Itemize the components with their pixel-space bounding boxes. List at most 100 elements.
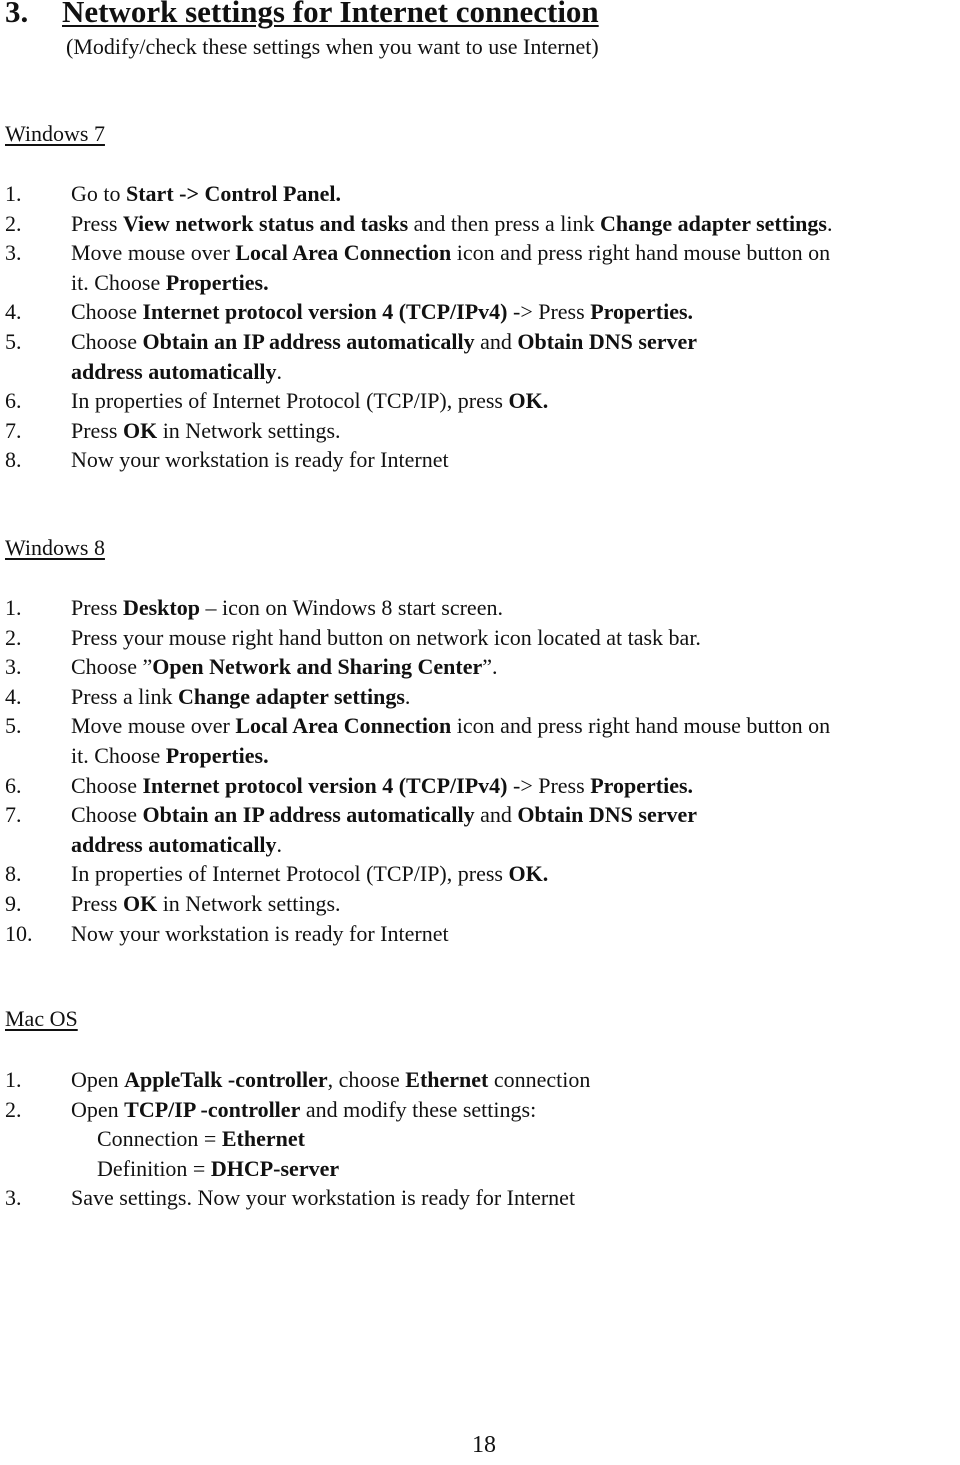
step-line: Press OK in Network settings.	[71, 416, 832, 446]
text: In properties of Internet Protocol (TCP/…	[71, 861, 509, 887]
text: Now your workstation is ready for Intern…	[71, 447, 449, 473]
text: icon and press right hand mouse button o…	[451, 713, 831, 739]
step-number: 6.	[5, 388, 22, 414]
step-line: it. Choose Properties.	[71, 741, 830, 771]
text: -> Press	[507, 299, 591, 325]
step-line: Choose Internet protocol version 4 (TCP/…	[71, 771, 830, 801]
bold-text: Internet protocol version 4 (TCP/IPv4)	[142, 299, 508, 325]
step-line: address automatically.	[71, 830, 830, 860]
text: Open	[71, 1096, 125, 1122]
section-title-mac-os: Mac OS	[5, 1006, 78, 1031]
steps-list-windows-8: 1. Press Desktop – icon on Windows 8 star…	[5, 593, 830, 948]
step-number: 1.	[5, 1067, 22, 1092]
step-line: Now your workstation is ready for Intern…	[71, 919, 830, 949]
step-number: 8.	[5, 447, 22, 473]
bold-text: OK.	[508, 861, 549, 887]
text: and	[474, 802, 518, 828]
step-number: 1.	[5, 181, 22, 206]
step-line: In properties of Internet Protocol (TCP/…	[71, 859, 830, 889]
bold-text: Change adapter settings	[600, 210, 827, 236]
text: ”.	[482, 654, 498, 680]
heading-subtitle: (Modify/check these settings when you wa…	[66, 34, 599, 59]
step-setting-line: Definition = DHCP-server	[5, 1154, 590, 1184]
step-item: 2. Open TCP/IP -controller and modify the…	[5, 1095, 590, 1125]
text: Move mouse over	[71, 240, 236, 266]
text: icon and press right hand mouse button o…	[451, 240, 831, 266]
text: connection	[488, 1067, 591, 1092]
text: in Network settings.	[157, 890, 341, 916]
step-item: 4. Choose Internet protocol version 4 (TC…	[5, 297, 832, 327]
step-line: Move mouse over Local Area Connection ic…	[71, 238, 832, 268]
text: Choose	[71, 802, 143, 828]
text: Press a link	[71, 683, 178, 709]
step-number: 2.	[5, 1096, 22, 1122]
bold-text: Desktop	[122, 595, 200, 620]
step-item: 8. In properties of Internet Protocol (TC…	[5, 859, 830, 889]
step-item: 3. Save settings. Now your workstation is…	[5, 1183, 590, 1213]
bold-text: Properties.	[590, 772, 694, 798]
bold-text: Start -> Control Panel.	[126, 181, 341, 206]
step-line: Choose Obtain an IP address automaticall…	[71, 800, 830, 830]
step-number: 1.	[5, 595, 22, 620]
step-line: Save settings. Now your workstation is r…	[71, 1183, 590, 1213]
bold-text: Obtain an IP address automatically	[142, 802, 475, 828]
bold-text: OK.	[508, 388, 549, 414]
bold-text: Obtain DNS server	[517, 802, 698, 828]
bold-text: address automatically	[71, 831, 277, 857]
step-line: Choose Internet protocol version 4 (TCP/…	[71, 297, 832, 327]
step-number: 4.	[5, 299, 22, 325]
text: Open	[71, 1067, 125, 1092]
step-number: 9.	[5, 890, 22, 916]
steps-list-windows-7: 1. Go to Start -> Control Panel. 2. Press V…	[5, 179, 832, 475]
bold-text: Properties.	[590, 299, 694, 325]
step-line: Press OK in Network settings.	[71, 889, 830, 919]
bold-text: Internet protocol version 4 (TCP/IPv4)	[142, 772, 508, 798]
heading-title: Network settings for Internet connection	[62, 0, 599, 29]
steps-list-mac-os: 1. Open AppleTalk -controller, choose Eth…	[5, 1065, 590, 1213]
step-number: 5.	[5, 328, 22, 354]
bold-text: OK	[122, 417, 158, 443]
text: Now your workstation is ready for Intern…	[71, 920, 449, 946]
step-item: 7. Choose Obtain an IP address automatica…	[5, 800, 830, 859]
step-item: 5. Move mouse over Local Area Connection …	[5, 711, 830, 770]
bold-text: Properties.	[165, 269, 269, 295]
text: Press	[71, 417, 123, 443]
text: Press	[71, 595, 123, 620]
step-number: 3.	[5, 1185, 22, 1211]
text: it. Choose	[71, 742, 166, 768]
text: .	[826, 210, 833, 236]
text: .	[404, 683, 411, 709]
section-title-windows-8: Windows 8	[5, 535, 105, 560]
step-line: Open AppleTalk -controller, choose Ether…	[71, 1065, 590, 1095]
step-line: Press your mouse right hand button on ne…	[71, 623, 830, 653]
text: -> Press	[507, 772, 591, 798]
text: Choose	[71, 772, 143, 798]
page-number: 18	[472, 1432, 496, 1458]
text: Definition =	[97, 1155, 211, 1181]
step-item: 2. Press your mouse right hand button on …	[5, 623, 830, 653]
step-number: 5.	[5, 713, 22, 739]
step-number: 2.	[5, 210, 22, 236]
step-number: 2.	[5, 624, 22, 650]
step-item: 3. Move mouse over Local Area Connection …	[5, 238, 832, 297]
bold-text: Properties.	[165, 742, 269, 768]
text: Choose	[71, 328, 143, 354]
step-line: Press View network status and tasks and …	[71, 209, 832, 239]
step-item: 1. Open AppleTalk -controller, choose Eth…	[5, 1065, 590, 1095]
text: .	[276, 358, 283, 384]
bold-text: Ethernet	[221, 1126, 305, 1152]
text: Go to	[71, 181, 126, 206]
step-line: Open TCP/IP -controller and modify these…	[71, 1095, 590, 1125]
step-number: 7.	[5, 802, 22, 828]
bold-text: AppleTalk -controller	[124, 1067, 328, 1092]
step-item: 6. Choose Internet protocol version 4 (TC…	[5, 771, 830, 801]
step-item: 1. Press Desktop – icon on Windows 8 star…	[5, 593, 830, 623]
text: Choose ”	[71, 654, 153, 680]
step-item: 4. Press a link Change adapter settings.	[5, 682, 830, 712]
step-line: Press Desktop – icon on Windows 8 start …	[71, 593, 830, 623]
step-line: Now your workstation is ready for Intern…	[71, 445, 832, 475]
section-title-windows-7: Windows 7	[5, 121, 105, 146]
text: Press your mouse right hand button on ne…	[71, 624, 701, 650]
step-line: address automatically.	[71, 357, 832, 387]
heading-number: 3.	[5, 0, 29, 29]
